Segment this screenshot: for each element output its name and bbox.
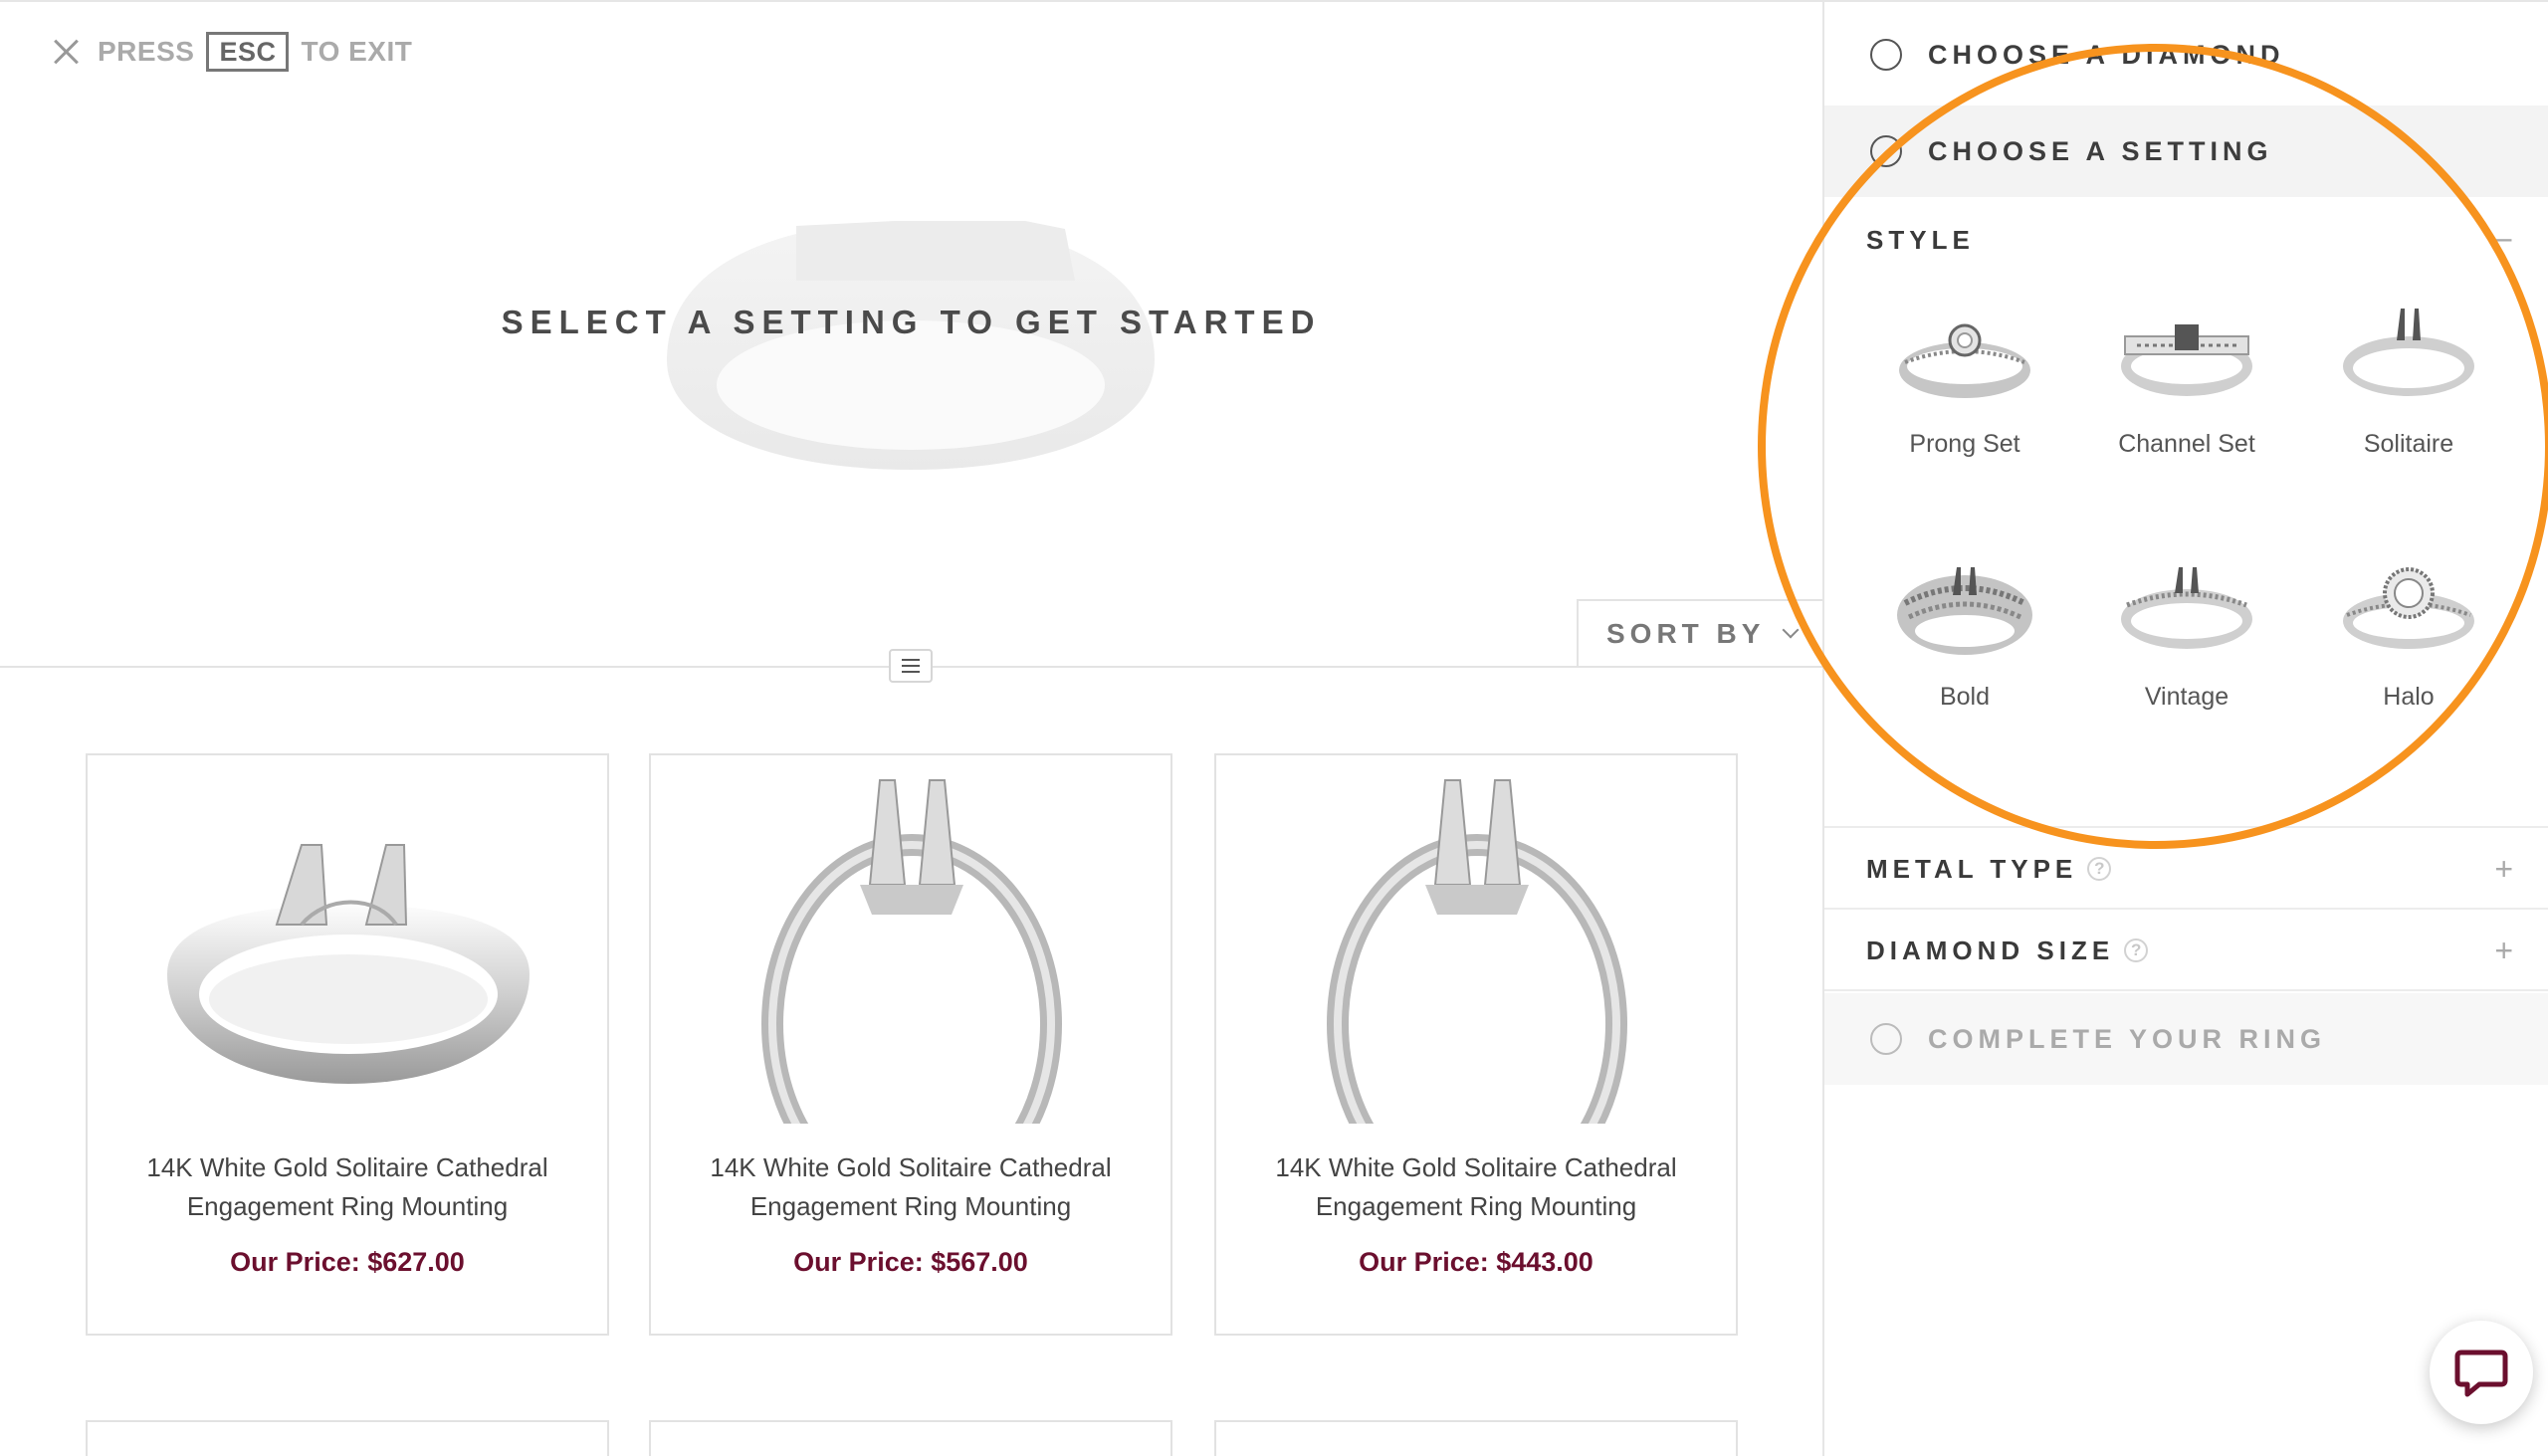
product-card[interactable]: 14K White Gold Solitaire Cathedral Engag…: [649, 753, 1172, 1336]
filter-diamond-size-header[interactable]: DIAMOND SIZE ? +: [1866, 931, 2513, 970]
solitaire-ring-icon: [2343, 309, 2474, 396]
step-complete-ring[interactable]: COMPLETE YOUR RING: [1824, 993, 2548, 1085]
step-label: CHOOSE A DIAMOND: [1928, 39, 2285, 70]
sidebar-divider: [1824, 989, 2548, 991]
builder-sidebar: CHOOSE A DIAMOND CHOOSE A SETTING STYLE …: [1822, 0, 2548, 1456]
menu-icon[interactable]: [889, 649, 933, 683]
product-image: [691, 779, 1133, 1144]
step-label: COMPLETE YOUR RING: [1928, 1023, 2327, 1054]
product-price: Our Price: $627.00: [230, 1247, 465, 1277]
style-option-label: Vintage: [2144, 683, 2230, 711]
product-name: 14K White Gold Solitaire Cathedral Engag…: [1275, 1152, 1677, 1221]
exit-to-exit-text: TO EXIT: [301, 36, 413, 67]
chat-button[interactable]: [2430, 1321, 2533, 1424]
sort-by-label: SORT BY: [1606, 618, 1766, 649]
collapse-icon[interactable]: −: [2494, 224, 2513, 256]
product-image: [167, 844, 530, 1084]
step-choose-diamond[interactable]: CHOOSE A DIAMOND: [1824, 7, 2548, 103]
filter-label: METAL TYPE: [1866, 853, 2078, 884]
style-option-prong-set[interactable]: Prong Set: [1865, 301, 2064, 500]
product-card[interactable]: 14K White Gold Solitaire Cathedral Engag…: [86, 753, 609, 1336]
step-label: CHOOSE A SETTING: [1928, 135, 2273, 166]
step-radio[interactable]: [1870, 39, 1902, 71]
help-icon[interactable]: ?: [2087, 857, 2112, 881]
bold-ring-icon: [1897, 567, 2032, 655]
step-radio[interactable]: [1870, 1023, 1902, 1055]
filter-label: DIAMOND SIZE: [1866, 935, 2115, 965]
style-option-label: Solitaire: [2363, 430, 2454, 458]
help-icon[interactable]: ?: [2124, 938, 2149, 962]
style-option-label: Prong Set: [1909, 430, 2020, 458]
hero-title: SELECT A SETTING TO GET STARTED: [501, 304, 1322, 340]
filter-style-header[interactable]: STYLE −: [1866, 220, 2513, 260]
style-option-vintage[interactable]: Vintage: [2087, 553, 2286, 752]
style-option-solitaire[interactable]: Solitaire: [2309, 301, 2508, 500]
sort-by-dropdown[interactable]: SORT BY: [1577, 599, 1822, 667]
product-card-partial[interactable]: [86, 1420, 609, 1456]
main-content: PRESS ESC TO EXIT SELECT A SETTING TO GE…: [0, 0, 1822, 1456]
channel-set-ring-icon: [2121, 324, 2252, 396]
exit-hint: PRESS ESC TO EXIT: [52, 32, 412, 72]
product-card-partial[interactable]: [649, 1420, 1172, 1456]
close-icon[interactable]: [52, 38, 80, 66]
exit-press-text: PRESS: [98, 36, 195, 67]
sidebar-divider: [1824, 826, 2548, 828]
product-name: 14K White Gold Solitaire Cathedral Engag…: [710, 1152, 1112, 1221]
prong-set-ring-icon: [1899, 323, 2030, 398]
chat-icon: [2454, 1350, 2508, 1397]
style-option-halo[interactable]: Halo: [2309, 553, 2508, 752]
chevron-down-icon: [1782, 621, 1800, 639]
expand-icon[interactable]: +: [2494, 853, 2513, 885]
esc-key-badge: ESC: [206, 32, 290, 72]
filter-label: STYLE: [1866, 224, 1975, 255]
expand-icon[interactable]: +: [2494, 935, 2513, 966]
product-card-partial[interactable]: [1214, 1420, 1738, 1456]
style-option-label: Bold: [1939, 683, 1991, 711]
filter-metal-type-header[interactable]: METAL TYPE ? +: [1866, 849, 2513, 889]
product-price: Our Price: $443.00: [1359, 1247, 1593, 1277]
product-image: [1256, 779, 1698, 1144]
product-price: Our Price: $567.00: [793, 1247, 1028, 1277]
sidebar-divider: [1824, 908, 2548, 910]
style-option-label: Channel Set: [2118, 430, 2255, 458]
style-option-label: Halo: [2383, 683, 2435, 711]
style-option-bold[interactable]: Bold: [1865, 553, 2064, 752]
product-card[interactable]: 14K White Gold Solitaire Cathedral Engag…: [1214, 753, 1738, 1336]
product-name: 14K White Gold Solitaire Cathedral Engag…: [146, 1152, 548, 1221]
step-choose-setting[interactable]: CHOOSE A SETTING: [1824, 105, 2548, 197]
step-radio[interactable]: [1870, 135, 1902, 167]
vintage-ring-icon: [2121, 567, 2252, 649]
style-option-channel-set[interactable]: Channel Set: [2087, 301, 2286, 500]
halo-ring-icon: [2343, 567, 2474, 649]
